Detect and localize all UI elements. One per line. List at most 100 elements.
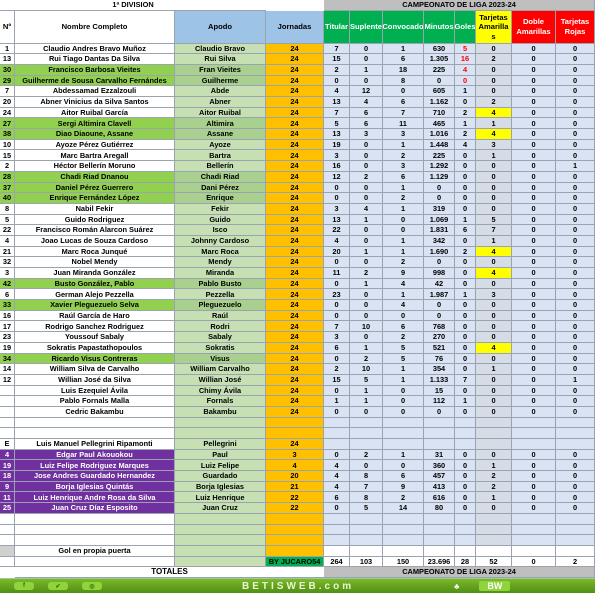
stat-doble: 0 bbox=[512, 43, 556, 55]
table-row[interactable]: 27 Sergi Altimira Clavell Altimira 24 5 6 11 46… bbox=[0, 118, 595, 130]
stat-doble: 0 bbox=[512, 353, 556, 365]
player-nickname: Altimira bbox=[175, 118, 266, 130]
player-name bbox=[15, 417, 175, 429]
stat-goles: 0 bbox=[455, 460, 476, 472]
stat-suplente: 2 bbox=[350, 353, 383, 365]
table-row[interactable]: Luis Ezequiel Ávila Chimy Ávila 24 0 1 0 15 0 0 0… bbox=[0, 385, 595, 397]
table-row[interactable]: 14 William Silva de Carvalho William Carva… bbox=[0, 364, 595, 375]
table-row[interactable]: 34 Ricardo Visus Contreras Visus 24 0 2 5 76 0 0 0… bbox=[0, 353, 595, 365]
stat-rojas: 0 bbox=[556, 342, 595, 354]
table-row[interactable]: 13 Rui Tiago Dantas Da Silva Rui Silva 24 15… bbox=[0, 54, 595, 65]
table-row[interactable]: 38 Diao Diaoune, Assane Assane 24 13 3 3 1.016 2… bbox=[0, 129, 595, 140]
table-row[interactable]: 1 Claudio Andres Bravo Muñoz Claudio Bravo… bbox=[0, 43, 595, 55]
stat-rojas: 0 bbox=[556, 460, 595, 472]
table-row[interactable]: 19 Sokratis Papastathopoulos Sokratis 24 6 1 5… bbox=[0, 342, 595, 354]
table-row[interactable]: Pablo Fornals Malla Fornals 24 1 1 0 112 1 0 0 0 bbox=[0, 396, 595, 407]
table-row[interactable]: 30 Francisco Barbosa Vieites Fran Vieites 2… bbox=[0, 64, 595, 76]
stat-suplente: 0 bbox=[350, 193, 383, 204]
table-row[interactable]: 22 Francisco Román Alarcon Suárez Isco 24 22… bbox=[0, 225, 595, 236]
table-row[interactable]: 8 Nabil Fekir Fekir 24 3 4 1 319 0 0 0 0 bbox=[0, 203, 595, 215]
table-row[interactable]: 21 Marc Roca Junqué Marc Roca 24 20 1 1 1.690 2 4… bbox=[0, 246, 595, 258]
table-row[interactable]: 32 Nobel Mendy Mendy 24 0 0 2 0 0 0 0 0 bbox=[0, 257, 595, 269]
table-row[interactable]: 25 Juan Cruz Díaz Esposito Juan Cruz 22 0 5 14… bbox=[0, 503, 595, 514]
totals-label-row: TOTALES CAMPEONATO DE LIGA 2023-24 bbox=[0, 567, 595, 578]
table-row[interactable]: 4 Joao Lucas de Souza Cardoso Johnny Cardo… bbox=[0, 235, 595, 247]
table-row[interactable]: 18 Jose Andres Guardado Hernandez Guardado… bbox=[0, 471, 595, 482]
stat-suplente: 1 bbox=[350, 396, 383, 407]
stat-titular: 23 bbox=[324, 289, 350, 301]
stat-convocado: 6 bbox=[383, 321, 424, 333]
table-row[interactable]: 33 Xavier Pleguezuelo Selva Pleguezuelo 24 0… bbox=[0, 300, 595, 311]
table-row[interactable]: 16 Raúl García de Haro Raúl 24 0 0 0 0 0 0 0 0 bbox=[0, 310, 595, 322]
table-row[interactable]: 12 Willian José da Silva Willian José 24 15 5… bbox=[0, 374, 595, 386]
header-goles: Goles bbox=[455, 11, 476, 44]
table-row[interactable]: 17 Rodrigo Sanchez Rodriguez Rodri 24 7 10 6 76… bbox=[0, 321, 595, 333]
table-row[interactable]: 23 Youssouf Sabaly Sabaly 24 3 0 2 270 0 0 0 0 bbox=[0, 332, 595, 343]
table-row[interactable]: 29 Guilherme de Sousa Carvalho Fernándes G… bbox=[0, 75, 595, 87]
player-name: Willian José da Silva bbox=[15, 374, 175, 386]
table-row[interactable]: 5 Guido Rodriguez Guido 24 13 1 0 1.069 1 5 0 0 bbox=[0, 214, 595, 226]
table-row[interactable] bbox=[0, 513, 595, 525]
table-row[interactable]: 19 Luiz Felipe Rodriguez Marques Luiz Feli… bbox=[0, 460, 595, 472]
stat-suplente: 0 bbox=[350, 182, 383, 194]
table-row[interactable]: 3 Juan Miranda González Miranda 24 11 2 9 998 0 4… bbox=[0, 268, 595, 279]
instagram-icon[interactable]: ◎ bbox=[82, 582, 102, 590]
table-row[interactable] bbox=[0, 428, 595, 440]
table-row[interactable]: E Luis Manuel Pellegrini Ripamonti Pellegr… bbox=[0, 439, 595, 450]
stat-goles: 0 bbox=[455, 193, 476, 204]
table-row[interactable]: 6 German Alejo Pezzella Pezzella 24 23 0 1 1.98… bbox=[0, 289, 595, 301]
player-jornadas bbox=[266, 545, 324, 557]
player-jornadas: 20 bbox=[266, 471, 324, 482]
table-row[interactable]: 37 Daniel Pérez Guerrero Dani Pérez 24 0 0 1 0 0… bbox=[0, 182, 595, 194]
stat-titular: 13 bbox=[324, 214, 350, 226]
stat-doble: 0 bbox=[512, 481, 556, 493]
stat-minutos: 76 bbox=[424, 353, 455, 365]
player-number: 19 bbox=[0, 342, 15, 354]
stat-doble: 0 bbox=[512, 257, 556, 269]
header-apodo: Apodo bbox=[175, 11, 266, 44]
table-row[interactable]: 24 Aitor Ruibal García Aitor Ruibal 24 7 6 7 71… bbox=[0, 107, 595, 119]
table-row[interactable] bbox=[0, 535, 595, 546]
table-row[interactable]: 11 Luiz Henrique Andre Rosa da Silva Luiz … bbox=[0, 492, 595, 504]
stat-rojas: 0 bbox=[556, 150, 595, 162]
table-row[interactable]: 15 Marc Bartra Aregall Bartra 24 3 0 2 225 0 1 0 0 bbox=[0, 150, 595, 162]
table-row[interactable]: Gol en propia puerta bbox=[0, 545, 595, 557]
table-row[interactable]: 28 Chadi Riad Dnanou Chadi Riad 24 12 2 6 1.129… bbox=[0, 171, 595, 183]
stat-rojas: 0 bbox=[556, 235, 595, 247]
stat-minutos: 319 bbox=[424, 203, 455, 215]
facebook-icon[interactable]: f bbox=[14, 582, 34, 590]
table-row[interactable]: 2 Héctor Bellerín Moruno Bellerín 24 16 0 3 1.2… bbox=[0, 161, 595, 172]
stat-suplente: 7 bbox=[350, 481, 383, 493]
stat-titular: 15 bbox=[324, 374, 350, 386]
competition-footer-title: CAMPEONATO DE LIGA 2023-24 bbox=[324, 567, 595, 578]
stat-convocado: 2 bbox=[383, 332, 424, 343]
table-row[interactable]: 40 Enrique Fernández López Enrique 24 0 0 2 0 0 0… bbox=[0, 193, 595, 204]
player-name: Abner Vinicius da Silva Santos bbox=[15, 97, 175, 108]
stat-minutos: 1.016 bbox=[424, 129, 455, 140]
player-number: 8 bbox=[0, 203, 15, 215]
table-row[interactable]: 4 Edgar Paul Akouokou Paul 3 0 2 1 31 0 0 0 0 bbox=[0, 449, 595, 461]
stat-minutos bbox=[424, 417, 455, 429]
stat-convocado: 2 bbox=[383, 257, 424, 269]
table-row[interactable] bbox=[0, 524, 595, 536]
table-row[interactable]: 10 Ayoze Pérez Gutiérrez Ayoze 24 19 0 1 1.448 4… bbox=[0, 139, 595, 151]
player-name: Juan Miranda González bbox=[15, 268, 175, 279]
stat-minutos: 605 bbox=[424, 86, 455, 98]
player-name: Rodrigo Sanchez Rodriguez bbox=[15, 321, 175, 333]
stat-goles: 0 bbox=[455, 161, 476, 172]
table-row[interactable]: Cedric Bakambu Bakambu 24 0 0 0 0 0 0 0 0 bbox=[0, 406, 595, 418]
stat-rojas: 0 bbox=[556, 257, 595, 269]
table-row[interactable] bbox=[0, 417, 595, 429]
player-number bbox=[0, 513, 15, 525]
stat-suplente bbox=[350, 545, 383, 557]
stat-minutos: 998 bbox=[424, 268, 455, 279]
table-row[interactable]: 42 Busto González, Pablo Pablo Busto 24 0 1 4 4… bbox=[0, 278, 595, 290]
player-jornadas: 24 bbox=[266, 54, 324, 65]
table-row[interactable]: 9 Borja Iglesias Quintás Borja Iglesias 21 4… bbox=[0, 481, 595, 493]
stat-doble: 0 bbox=[512, 492, 556, 504]
site-logo-text: BETISWEB.com bbox=[242, 580, 355, 592]
table-row[interactable]: 20 Abner Vinicius da Silva Santos Abner 24 1… bbox=[0, 97, 595, 108]
twitter-icon[interactable]: ✔ bbox=[48, 582, 68, 590]
stat-goles: 0 bbox=[455, 503, 476, 514]
table-row[interactable]: 7 Abdessamad Ezzalzouli Abde 24 4 12 0 605 1 0 0 0 bbox=[0, 86, 595, 98]
